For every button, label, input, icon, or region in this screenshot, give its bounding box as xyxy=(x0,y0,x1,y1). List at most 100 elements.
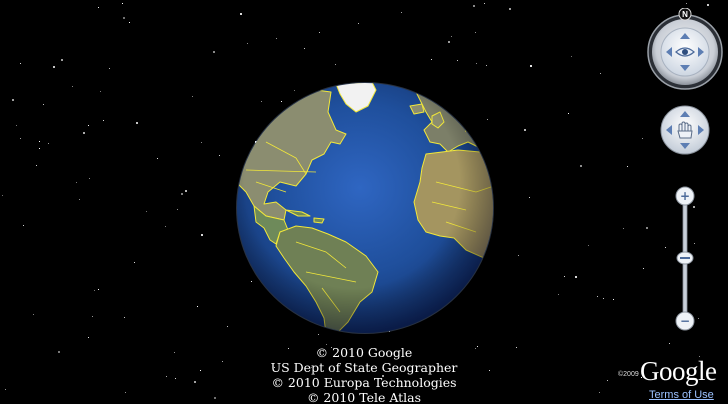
star xyxy=(457,60,458,61)
star xyxy=(185,190,187,192)
star xyxy=(16,125,17,126)
star xyxy=(123,17,125,19)
star xyxy=(476,63,477,64)
star xyxy=(518,255,519,256)
eye-icon[interactable] xyxy=(675,47,695,57)
globe-shading xyxy=(237,83,493,333)
star xyxy=(627,166,628,167)
star xyxy=(707,4,709,6)
star xyxy=(669,343,670,344)
star xyxy=(197,306,198,307)
star xyxy=(100,91,101,92)
star xyxy=(20,63,21,64)
star xyxy=(89,178,90,179)
star xyxy=(623,228,624,229)
star xyxy=(580,165,582,167)
star xyxy=(568,113,569,114)
star xyxy=(146,211,147,212)
star xyxy=(486,65,487,66)
star xyxy=(475,32,476,33)
globe[interactable] xyxy=(236,82,494,334)
star xyxy=(2,195,3,196)
star xyxy=(530,65,532,67)
star xyxy=(509,8,511,10)
star xyxy=(136,122,138,124)
star xyxy=(358,23,359,24)
earth-map-viewport[interactable]: © 2010 Google US Dept of State Geographe… xyxy=(0,0,728,404)
star xyxy=(129,22,130,23)
move-control[interactable] xyxy=(660,105,710,155)
star xyxy=(588,245,589,246)
star xyxy=(76,182,77,183)
star xyxy=(558,294,559,295)
star xyxy=(177,209,178,210)
star xyxy=(109,68,110,69)
star xyxy=(165,226,166,227)
copyright-year: ©2009 xyxy=(618,371,639,378)
star xyxy=(72,86,73,87)
star xyxy=(157,158,158,159)
star xyxy=(448,41,450,43)
star xyxy=(484,3,485,4)
star xyxy=(451,36,452,37)
star xyxy=(524,129,526,131)
star xyxy=(276,38,277,39)
star xyxy=(98,7,99,8)
attribution-line: © 2010 Tele Atlas xyxy=(306,390,422,404)
star xyxy=(39,148,40,149)
star xyxy=(122,3,123,4)
star xyxy=(219,155,220,156)
star xyxy=(201,142,202,143)
star xyxy=(227,326,228,327)
star xyxy=(88,337,89,338)
star xyxy=(304,48,305,49)
star xyxy=(61,59,63,61)
star xyxy=(646,227,648,229)
star xyxy=(240,13,242,15)
star xyxy=(613,299,614,300)
star xyxy=(600,73,601,74)
star xyxy=(597,296,598,297)
star xyxy=(529,197,530,198)
star xyxy=(12,99,14,101)
star xyxy=(83,132,85,134)
star xyxy=(335,64,336,65)
zoom-out-label: − xyxy=(680,314,690,328)
star xyxy=(48,143,49,144)
star xyxy=(192,96,193,97)
star xyxy=(473,5,475,7)
star xyxy=(201,234,203,236)
star xyxy=(686,3,687,4)
star xyxy=(43,104,44,105)
star xyxy=(39,141,40,142)
star xyxy=(23,225,24,226)
star xyxy=(603,298,604,299)
google-logo: Google xyxy=(640,356,717,386)
star xyxy=(79,199,80,200)
star xyxy=(665,247,666,248)
star xyxy=(53,66,55,68)
star xyxy=(698,318,699,319)
star xyxy=(319,32,320,33)
star xyxy=(94,290,95,291)
attribution-line: © 2010 Google xyxy=(315,345,413,360)
star xyxy=(134,262,135,263)
star xyxy=(103,120,104,121)
star xyxy=(20,138,21,139)
star xyxy=(98,289,99,290)
star xyxy=(88,125,89,126)
terms-of-use-link[interactable]: Terms of Use xyxy=(649,389,714,401)
star xyxy=(401,12,402,13)
star xyxy=(33,314,34,315)
star xyxy=(642,138,643,139)
star xyxy=(36,165,37,166)
zoom-slider-thumb[interactable] xyxy=(676,251,694,265)
star xyxy=(181,193,183,195)
zoom-control[interactable]: + − xyxy=(674,186,696,332)
star xyxy=(92,316,93,317)
star xyxy=(431,59,432,60)
star xyxy=(318,334,319,335)
star xyxy=(571,56,572,57)
compass-look-control[interactable]: N xyxy=(646,8,724,90)
star xyxy=(575,276,577,278)
